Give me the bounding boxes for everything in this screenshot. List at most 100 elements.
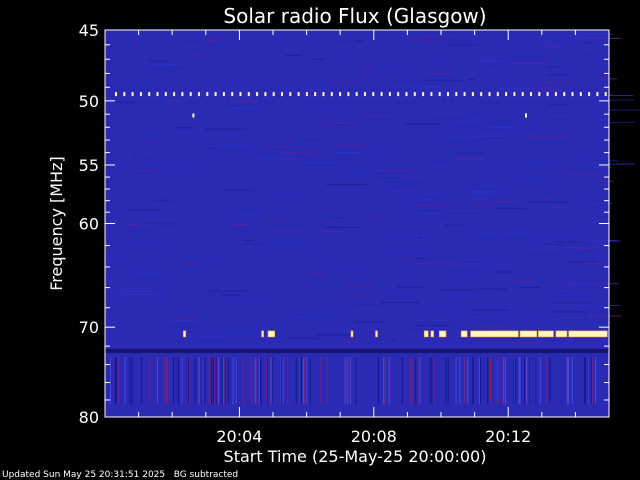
noise-streak (447, 213, 488, 215)
vertical-striation (236, 357, 237, 405)
noise-streak (392, 81, 404, 83)
vertical-striation (266, 357, 268, 405)
noise-streak (488, 117, 491, 119)
noise-streak (418, 237, 423, 239)
interference-dash (305, 92, 308, 97)
noise-streak (430, 72, 453, 74)
vertical-striation (140, 357, 142, 405)
vertical-striation (117, 357, 119, 405)
noise-streak (561, 174, 599, 176)
noise-streak (361, 68, 372, 70)
noise-streak (173, 67, 192, 68)
interference-dash (563, 92, 566, 97)
noise-streak (356, 268, 363, 270)
burst-dot (192, 113, 195, 118)
noise-streak (423, 305, 463, 307)
burst-segment (423, 330, 429, 338)
interference-dash (281, 92, 283, 97)
noise-streak (391, 258, 420, 260)
noise-streak (388, 190, 421, 192)
noise-streak (143, 30, 170, 32)
noise-streak (133, 154, 138, 156)
noise-streak (144, 158, 153, 160)
noise-streak (478, 184, 508, 186)
noise-streak (177, 334, 184, 336)
noise-streak (563, 47, 580, 49)
noise-streak (128, 209, 162, 211)
noise-streak (336, 124, 349, 126)
interference-dash (554, 92, 557, 97)
noise-streak (283, 151, 318, 153)
vertical-striation (433, 357, 435, 405)
noise-streak (280, 129, 284, 131)
noise-streak (578, 155, 609, 157)
spectrogram-figure: Solar radio Flux (Glasgow) 455055607080 … (47, 4, 640, 466)
vertical-striation (526, 357, 528, 405)
noise-streak (385, 181, 428, 183)
noise-streak (560, 246, 599, 248)
noise-streak (391, 339, 397, 341)
noise-streak (550, 302, 592, 304)
interference-dash (438, 92, 441, 97)
noise-streak (243, 243, 265, 245)
vertical-striation (208, 357, 210, 405)
noise-streak (170, 247, 209, 249)
noise-streak (273, 230, 311, 232)
y-tick-label: 60 (79, 215, 99, 234)
vertical-striation (225, 357, 227, 405)
interference-dash (488, 92, 491, 97)
noise-streak (584, 42, 592, 44)
noise-streak (605, 95, 634, 96)
vertical-striation (447, 357, 449, 405)
noise-streak (221, 189, 254, 191)
noise-streak (588, 38, 621, 39)
noise-streak (347, 169, 381, 171)
noise-streak (607, 99, 635, 101)
noise-streak (147, 60, 167, 62)
noise-streak (293, 203, 328, 205)
vertical-striation (355, 357, 357, 405)
vertical-striation (149, 357, 151, 405)
vertical-striation (131, 357, 133, 405)
interference-dash (222, 92, 225, 97)
noise-streak (460, 59, 499, 61)
noise-streak (469, 314, 474, 315)
y-tick-label: 70 (79, 318, 99, 337)
noise-streak (238, 214, 258, 216)
noise-streak (315, 334, 350, 336)
noise-streak (105, 71, 124, 73)
noise-streak (558, 289, 574, 291)
interference-dash (447, 92, 449, 97)
noise-streak (233, 224, 250, 225)
vertical-striation (518, 357, 520, 405)
noise-streak (285, 55, 301, 56)
noise-streak (510, 63, 550, 65)
noise-streak (228, 82, 245, 84)
interference-dash (139, 92, 142, 97)
x-tick-label: 20:08 (351, 427, 397, 446)
interference-dash (214, 92, 217, 97)
interference-dash (123, 92, 126, 97)
vertical-striation (487, 357, 489, 405)
vertical-striation (401, 357, 403, 405)
interference-dash (115, 92, 117, 97)
interference-dash (455, 92, 458, 97)
noise-streak (169, 320, 199, 322)
noise-streak (579, 305, 620, 306)
vertical-striation (383, 357, 385, 405)
noise-streak (378, 288, 398, 290)
interference-dash (530, 92, 532, 97)
vertical-striation (295, 357, 297, 405)
vertical-striation (110, 357, 112, 405)
x-tick-label: 20:12 (485, 427, 531, 446)
noise-streak (456, 47, 487, 48)
noise-streak (577, 248, 586, 250)
interference-dash (198, 92, 200, 97)
vertical-striation (445, 357, 447, 405)
vertical-striation (198, 357, 200, 405)
noise-streak (505, 307, 512, 309)
noise-streak (177, 316, 197, 318)
noise-streak (183, 46, 204, 48)
interference-dash (413, 92, 416, 97)
noise-streak (588, 315, 622, 317)
